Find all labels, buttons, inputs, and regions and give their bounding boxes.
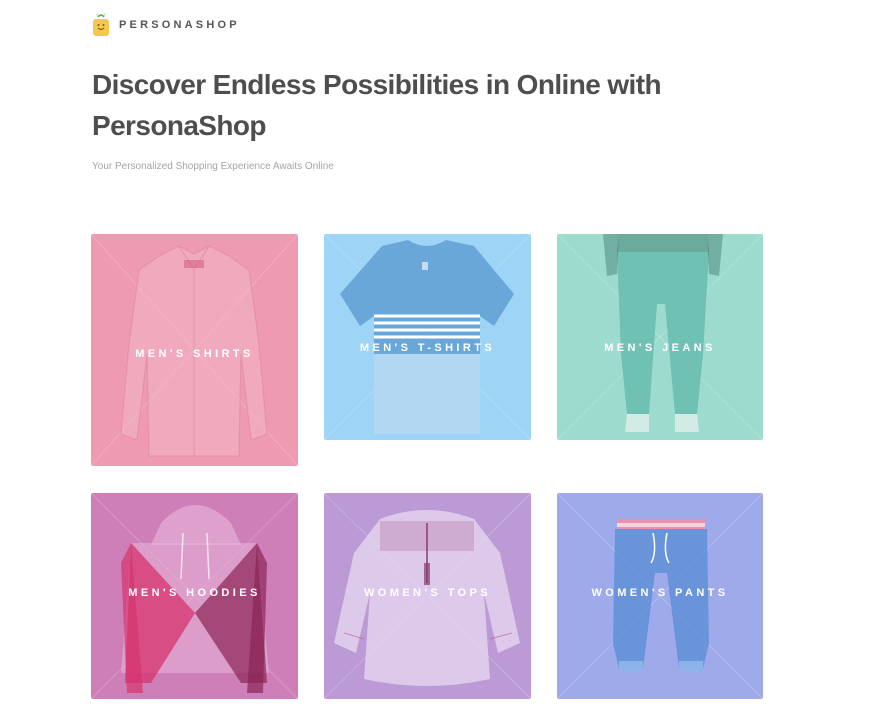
category-label: WOMEN'S TOPS [364, 587, 491, 599]
category-label: MEN'S JEANS [604, 342, 716, 354]
logo[interactable]: PERSONASHOP [92, 13, 240, 37]
page: PERSONASHOP Discover Endless Possibiliti… [0, 0, 880, 712]
category-label: WOMEN'S PANTS [591, 587, 729, 599]
category-label: MEN'S SHIRTS [135, 348, 254, 360]
page-title: Discover Endless Possibilities in Online… [92, 69, 662, 141]
page-subtitle: Your Personalized Shopping Experience Aw… [92, 161, 334, 172]
category-tile-mens-hoodies[interactable]: MEN'S HOODIES [91, 493, 298, 699]
category-label: MEN'S HOODIES [128, 587, 261, 599]
brand-name: PERSONASHOP [119, 19, 240, 31]
category-tile-womens-tops[interactable]: WOMEN'S TOPS [324, 493, 531, 699]
category-tile-mens-jeans[interactable]: MEN'S JEANS [557, 234, 763, 440]
category-tile-mens-shirts[interactable]: MEN'S SHIRTS [91, 234, 298, 466]
jeans-image [557, 234, 763, 440]
category-tile-mens-tshirts[interactable]: MEN'S T-SHIRTS [324, 234, 531, 440]
category-tile-womens-pants[interactable]: WOMEN'S PANTS [557, 493, 763, 699]
tshirt-image [324, 234, 531, 440]
shopping-bag-icon [93, 13, 109, 36]
category-label: MEN'S T-SHIRTS [359, 342, 496, 354]
